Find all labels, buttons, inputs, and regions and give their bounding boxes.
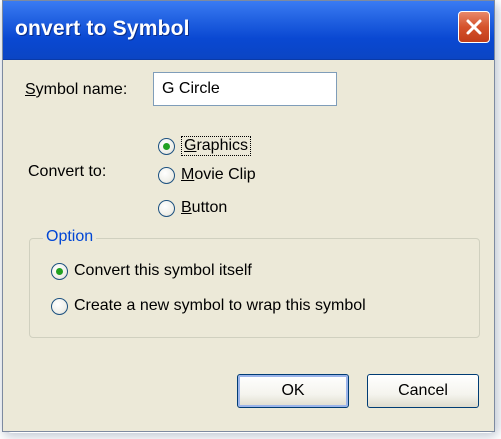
screenshot-stage: onvert to Symbol Symbol name: Convert to… <box>0 0 501 439</box>
symbol-name-label-rest: ymbol name: <box>35 81 128 98</box>
symbol-name-label: Symbol name: <box>25 81 127 99</box>
radio-button-option[interactable]: Button <box>158 199 227 217</box>
radio-graphics[interactable]: Graphics <box>158 136 252 156</box>
radio-button-button[interactable] <box>158 199 175 217</box>
radio-button-graphics[interactable] <box>158 137 175 155</box>
convert-to-symbol-dialog: onvert to Symbol Symbol name: Convert to… <box>2 0 495 432</box>
option-groupbox <box>29 238 480 338</box>
radio-label-graphics-rest: raphics <box>196 137 249 154</box>
radio-button-movie-clip[interactable] <box>158 166 175 184</box>
radio-create-wrapper[interactable]: Create a new symbol to wrap this symbol <box>51 297 366 315</box>
radio-label-movie-clip: Movie Clip <box>181 166 256 184</box>
title-bar[interactable]: onvert to Symbol <box>3 1 494 60</box>
window-title: onvert to Symbol <box>15 17 190 40</box>
radio-label-button: Button <box>181 199 227 217</box>
radio-convert-itself[interactable]: Convert this symbol itself <box>51 262 252 280</box>
convert-to-label: Convert to: <box>28 163 107 180</box>
symbol-name-input[interactable] <box>153 72 337 106</box>
radio-button-create-wrapper[interactable] <box>51 297 68 315</box>
radio-label-button-rest: utton <box>191 199 228 216</box>
radio-label-graphics: Graphics <box>181 136 252 156</box>
mnemonic-g: G <box>184 137 197 154</box>
radio-movie-clip[interactable]: Movie Clip <box>158 166 256 184</box>
cancel-button[interactable]: Cancel <box>367 374 479 408</box>
ok-button[interactable]: OK <box>237 374 349 408</box>
radio-label-movie-clip-rest: ovie Clip <box>194 166 256 183</box>
symbol-name-label-mnemonic: S <box>25 81 36 98</box>
mnemonic-m: M <box>181 166 195 183</box>
radio-label-convert-itself: Convert this symbol itself <box>74 262 252 279</box>
option-group-title: Option <box>43 228 97 246</box>
mnemonic-b: B <box>181 199 192 216</box>
radio-button-convert-itself[interactable] <box>51 262 68 280</box>
radio-label-create-wrapper: Create a new symbol to wrap this symbol <box>74 297 366 314</box>
close-button[interactable] <box>458 11 490 43</box>
close-x-icon <box>466 19 482 35</box>
